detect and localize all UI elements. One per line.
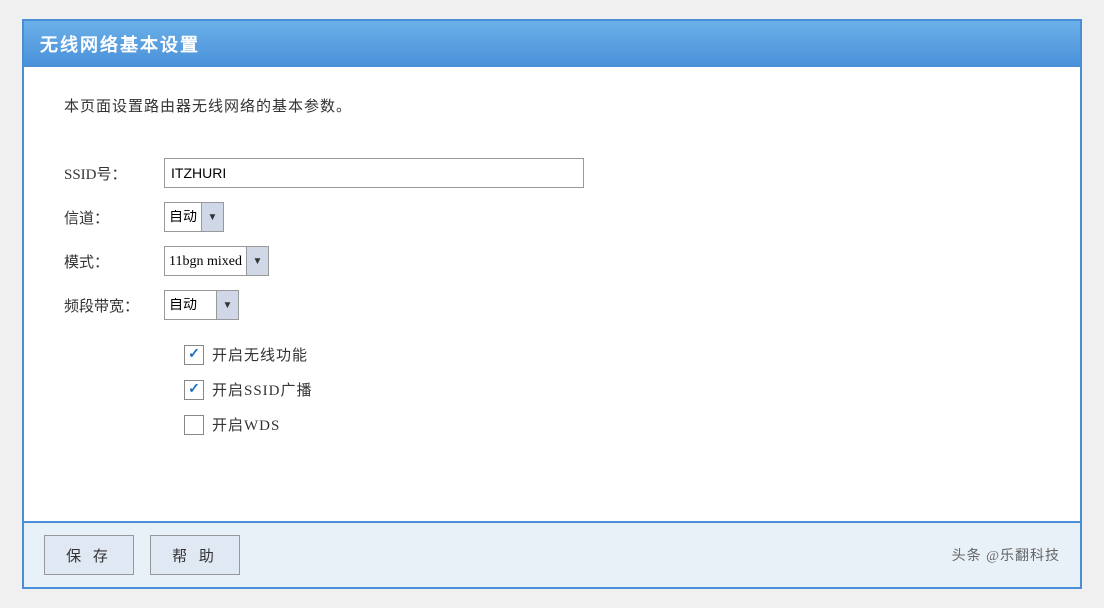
mode-dropdown-arrow[interactable]: ▼ xyxy=(246,247,268,275)
footer-bar: 保 存 帮 助 头条 @乐翻科技 xyxy=(24,521,1080,587)
ssid-label: SSID号： xyxy=(64,158,164,188)
checkbox2-row: ✓ 开启SSID广播 xyxy=(184,379,1040,400)
mode-label: 模式： xyxy=(64,246,164,276)
bandwidth-select[interactable]: 自动 20MHz 40MHz xyxy=(165,296,216,315)
main-window: 无线网络基本设置 本页面设置路由器无线网络的基本参数。 SSID号： 信道： 自… xyxy=(22,19,1082,589)
description-text: 本页面设置路由器无线网络的基本参数。 xyxy=(64,95,1040,116)
checkbox1-label: 开启无线功能 xyxy=(212,344,308,365)
checkbox1-row: ✓ 开启无线功能 xyxy=(184,344,1040,365)
footer-buttons: 保 存 帮 助 xyxy=(44,535,240,575)
bandwidth-row: 频段带宽： 自动 20MHz 40MHz ▼ xyxy=(64,290,584,320)
checkbox2-label: 开启SSID广播 xyxy=(212,379,313,400)
window-title: 无线网络基本设置 xyxy=(40,35,200,55)
mode-select[interactable]: 11bgn mixed 11b only 11g only 11n only 1… xyxy=(165,252,246,271)
checkbox2-check-icon: ✓ xyxy=(188,383,200,397)
bandwidth-select-wrapper: 自动 20MHz 40MHz ▼ xyxy=(164,290,239,320)
save-button[interactable]: 保 存 xyxy=(44,535,134,575)
checkbox1-check-icon: ✓ xyxy=(188,348,200,362)
watermark-text: 头条 @乐翻科技 xyxy=(952,545,1060,565)
channel-select-wrapper: 自动 123 456 789 10111213 ▼ xyxy=(164,202,224,232)
ssid-broadcast-checkbox[interactable]: ✓ xyxy=(184,380,204,400)
wireless-enable-checkbox[interactable]: ✓ xyxy=(184,345,204,365)
checkbox3-row: 开启WDS xyxy=(184,414,1040,435)
bandwidth-control: 自动 20MHz 40MHz ▼ xyxy=(164,290,584,320)
bandwidth-dropdown-arrow[interactable]: ▼ xyxy=(216,291,238,319)
help-button[interactable]: 帮 助 xyxy=(150,535,240,575)
channel-select[interactable]: 自动 123 456 789 10111213 xyxy=(165,208,201,227)
content-area: 本页面设置路由器无线网络的基本参数。 SSID号： 信道： 自动 123 456 xyxy=(24,67,1080,521)
mode-row: 模式： 11bgn mixed 11b only 11g only 11n on… xyxy=(64,246,584,276)
checkbox3-label: 开启WDS xyxy=(212,414,280,435)
channel-row: 信道： 自动 123 456 789 10111213 ▼ xyxy=(64,202,584,232)
ssid-control xyxy=(164,158,584,188)
channel-control: 自动 123 456 789 10111213 ▼ xyxy=(164,202,584,232)
title-bar: 无线网络基本设置 xyxy=(24,21,1080,67)
form-table: SSID号： 信道： 自动 123 456 789 10111213 xyxy=(64,144,584,334)
channel-label: 信道： xyxy=(64,202,164,232)
bandwidth-label: 频段带宽： xyxy=(64,290,164,320)
ssid-input[interactable] xyxy=(164,158,584,188)
ssid-row: SSID号： xyxy=(64,158,584,188)
mode-select-wrapper: 11bgn mixed 11b only 11g only 11n only 1… xyxy=(164,246,269,276)
mode-control: 11bgn mixed 11b only 11g only 11n only 1… xyxy=(164,246,584,276)
channel-dropdown-arrow[interactable]: ▼ xyxy=(201,203,223,231)
wds-enable-checkbox[interactable] xyxy=(184,415,204,435)
checkboxes-area: ✓ 开启无线功能 ✓ 开启SSID广播 开启WDS xyxy=(64,344,1040,435)
